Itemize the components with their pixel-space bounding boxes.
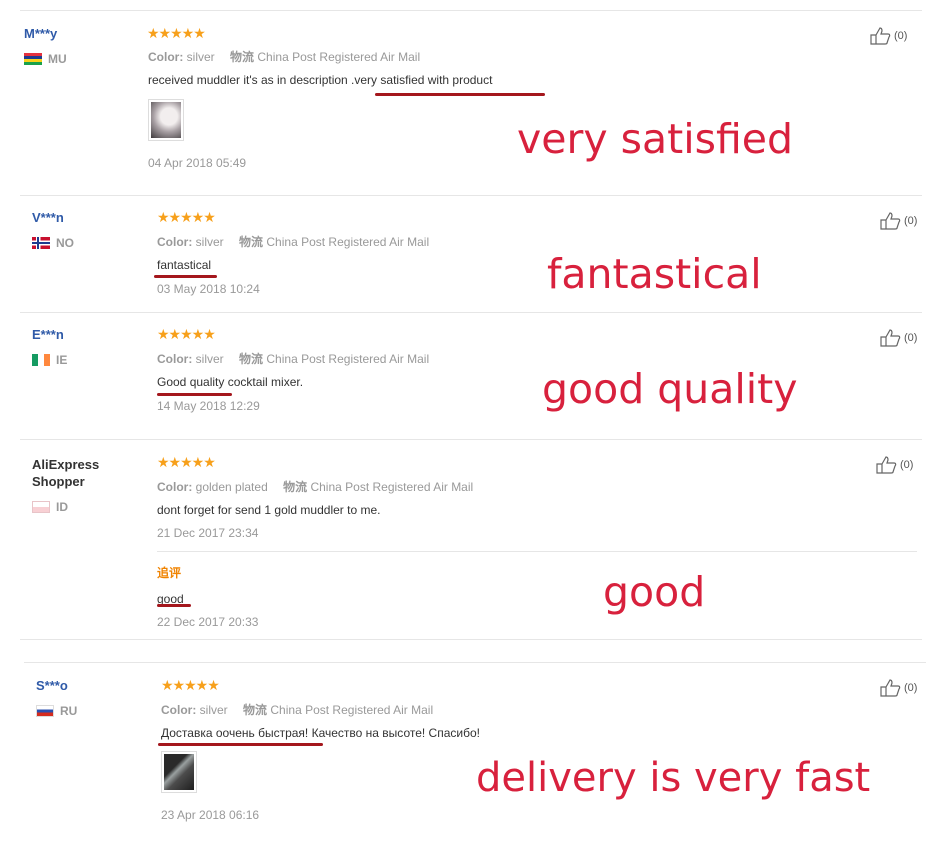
like-count: (0) [894, 30, 908, 42]
shipping-method: China Post Registered Air Mail [270, 703, 434, 717]
review-item: S***o RU ★★★★★ Color: silver 物流 China Po… [24, 662, 926, 846]
review-date: 21 Dec 2017 23:34 [157, 526, 259, 540]
like-button[interactable]: (0) [870, 27, 907, 45]
thumbs-up-icon [880, 679, 901, 697]
review-photo[interactable] [161, 751, 197, 793]
rating-stars: ★★★★★ [157, 454, 216, 470]
review-item: M***y MU ★★★★★ Color: silver 物流 China Po… [20, 10, 922, 196]
country-code: IE [56, 353, 68, 367]
shipping-method: China Post Registered Air Mail [266, 235, 430, 249]
like-button[interactable]: (0) [880, 212, 917, 230]
annotation-underline [158, 743, 323, 746]
country-code: MU [48, 52, 67, 66]
reviewer-name[interactable]: M***y [24, 26, 57, 41]
color-label: Color: [157, 352, 193, 366]
reviewer-name-text: AliExpress Shopper [32, 457, 100, 489]
rating-stars: ★★★★★ [147, 25, 206, 41]
shipping-label: 物流 [230, 50, 255, 64]
thumbs-up-icon [880, 212, 901, 230]
review-text: received muddler it's as in description … [148, 73, 493, 87]
like-button[interactable]: (0) [880, 679, 917, 697]
annotation-text: very satisfied [517, 115, 794, 163]
thumbs-up-icon [876, 456, 897, 474]
rating-stars: ★★★★★ [157, 209, 216, 225]
shipping-method: China Post Registered Air Mail [266, 352, 430, 366]
rating-stars: ★★★★★ [161, 677, 220, 693]
review-meta: Color: golden plated 物流 China Post Regis… [157, 478, 473, 495]
review-photo[interactable] [148, 99, 184, 141]
color-value: silver [186, 50, 215, 64]
review-item: V***n NO ★★★★★ Color: silver 物流 China Po… [20, 195, 922, 313]
annotation-text: good quality [542, 365, 798, 413]
photo-thumbnail [151, 102, 181, 138]
reviewer-name[interactable]: V***n [32, 210, 64, 225]
shipping-method: China Post Registered Air Mail [310, 480, 474, 494]
shipping-label: 物流 [239, 235, 264, 249]
review-meta: Color: silver 物流 China Post Registered A… [157, 350, 429, 367]
flag-icon [24, 53, 42, 65]
annotation-text: delivery is very fast [476, 755, 871, 801]
annotation-underline [375, 93, 545, 96]
flag-icon [32, 354, 50, 366]
annotation-text: fantastical [547, 250, 762, 298]
annotation-underline [157, 393, 232, 396]
reviewer-country: ID [32, 500, 68, 514]
shipping-label: 物流 [283, 480, 308, 494]
shipping-method: China Post Registered Air Mail [257, 50, 421, 64]
color-value: golden plated [195, 480, 268, 494]
review-text: fantastical [157, 258, 212, 272]
reviewer-country: MU [24, 52, 67, 66]
thumbs-up-icon [870, 27, 891, 45]
flag-icon [36, 705, 54, 717]
flag-icon [32, 237, 50, 249]
country-code: ID [56, 500, 68, 514]
flag-icon [32, 501, 50, 513]
review-text: Доставка оочень быстрая! Качество на выс… [161, 726, 480, 740]
review-meta: Color: silver 物流 China Post Registered A… [157, 233, 429, 250]
reviewer-name[interactable]: E***n [32, 327, 64, 342]
color-label: Color: [157, 480, 193, 494]
photo-thumbnail [164, 754, 194, 790]
annotation-underline [157, 604, 191, 607]
shipping-label: 物流 [239, 352, 264, 366]
color-label: Color: [148, 50, 184, 64]
review-meta: Color: silver 物流 China Post Registered A… [161, 701, 433, 718]
reviewer-country: RU [36, 704, 77, 718]
like-count: (0) [904, 332, 918, 344]
like-count: (0) [904, 215, 918, 227]
like-button[interactable]: (0) [876, 456, 913, 474]
additional-review-label: 追评 [157, 566, 182, 580]
color-value: silver [199, 703, 228, 717]
reviewer-country: IE [32, 353, 67, 367]
country-code: NO [56, 236, 74, 250]
thumbs-up-icon [880, 329, 901, 347]
reviewer-name[interactable]: S***o [36, 678, 68, 693]
color-value: silver [195, 352, 224, 366]
like-button[interactable]: (0) [880, 329, 917, 347]
review-date: 03 May 2018 10:24 [157, 282, 260, 296]
color-label: Color: [161, 703, 197, 717]
review-item: E***n IE ★★★★★ Color: silver 物流 China Po… [20, 312, 922, 440]
review-date: 14 May 2018 12:29 [157, 399, 260, 413]
review-meta: Color: silver 物流 China Post Registered A… [148, 48, 420, 65]
like-count: (0) [900, 459, 914, 471]
review-item: AliExpress Shopper ID ★★★★★ Color: golde… [20, 439, 922, 640]
review-date: 23 Apr 2018 06:16 [161, 808, 260, 822]
reviewer-country: NO [32, 236, 74, 250]
review-text: Good quality cocktail mixer. [157, 375, 304, 389]
review-text: dont forget for send 1 gold muddler to m… [157, 503, 381, 517]
reviewer-name[interactable]: AliExpress Shopper [32, 456, 122, 490]
additional-review-date: 22 Dec 2017 20:33 [157, 615, 259, 629]
color-label: Color: [157, 235, 193, 249]
additional-review-divider [157, 551, 917, 552]
rating-stars: ★★★★★ [157, 326, 216, 342]
annotation-text: good [603, 568, 706, 616]
annotation-underline [154, 275, 217, 278]
review-date: 04 Apr 2018 05:49 [148, 156, 247, 170]
like-count: (0) [904, 682, 918, 694]
shipping-label: 物流 [243, 703, 268, 717]
country-code: RU [60, 704, 78, 718]
color-value: silver [195, 235, 224, 249]
